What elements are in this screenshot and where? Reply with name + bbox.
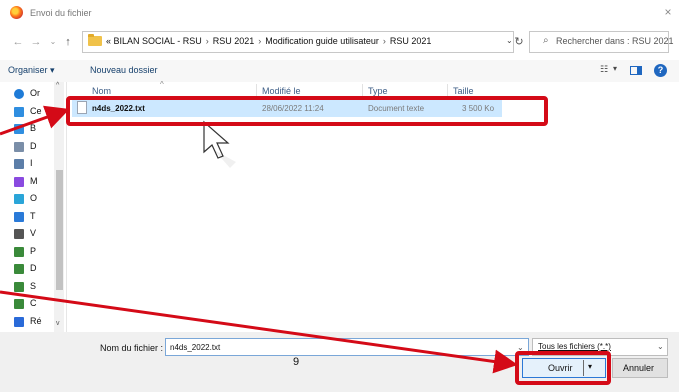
annotation-arrows xyxy=(0,105,518,374)
annotation-arrow-file xyxy=(0,105,70,136)
annotation-arrow-open xyxy=(0,290,518,374)
